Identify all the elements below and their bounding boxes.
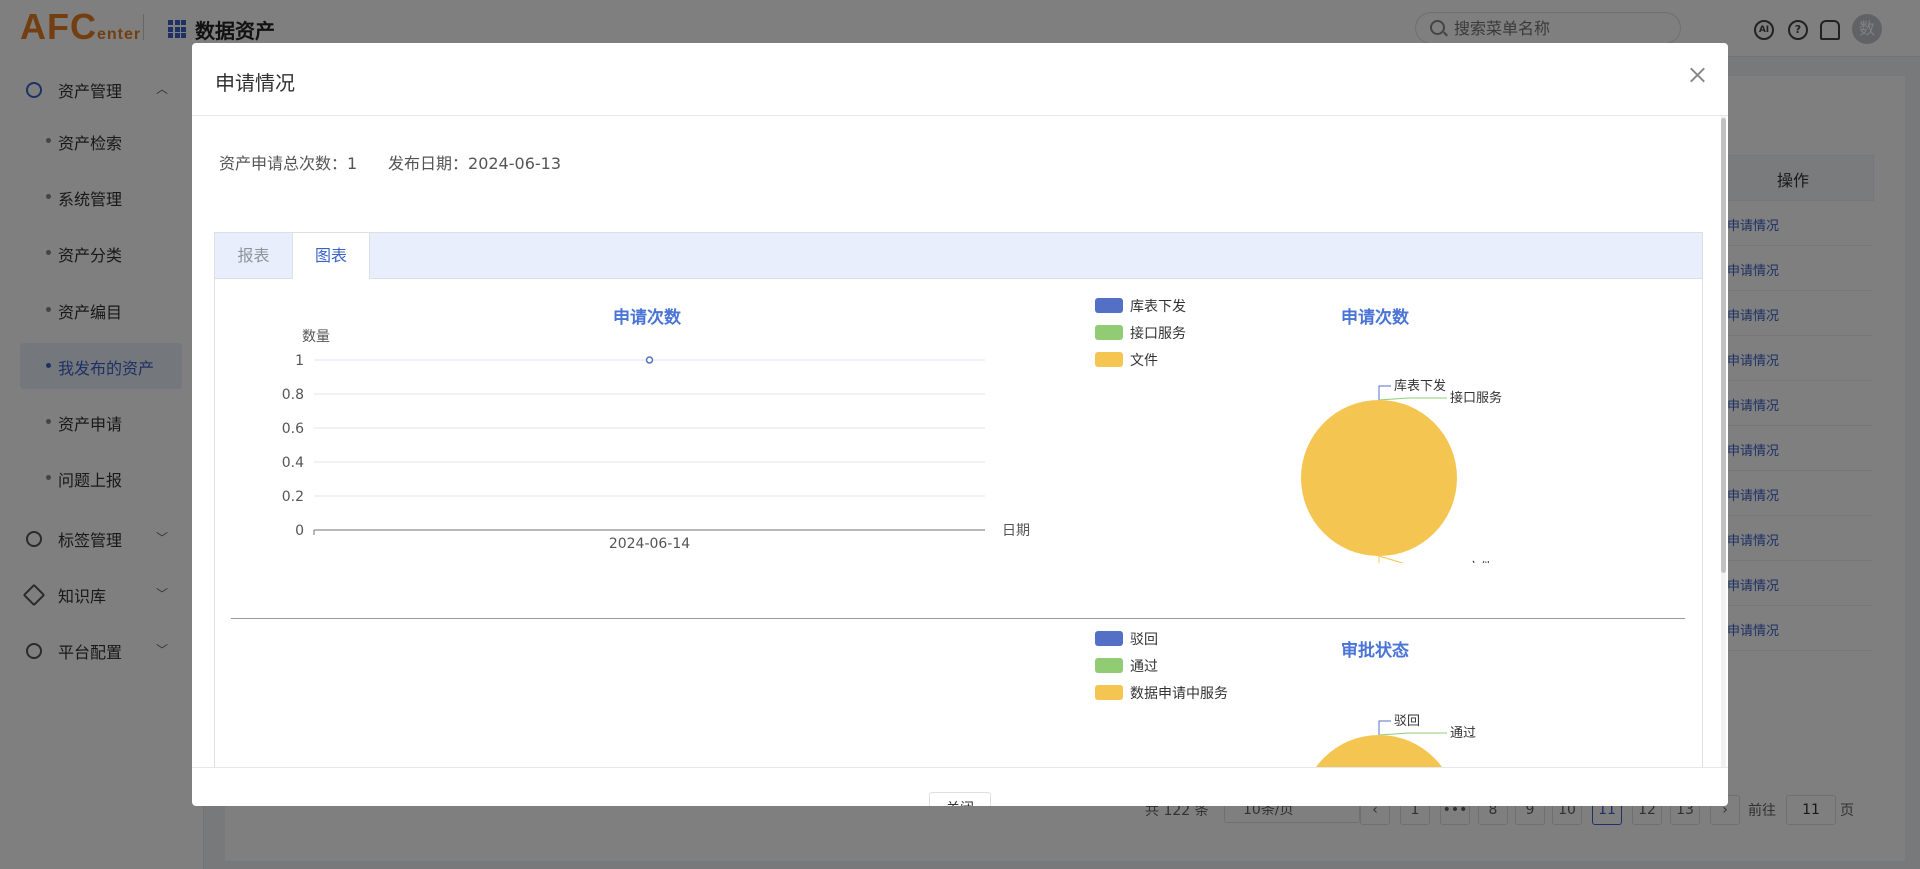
close-button[interactable]: 关闭	[929, 792, 991, 806]
pie-label: 库表下发	[1394, 378, 1446, 394]
legend-swatch	[1095, 685, 1123, 700]
y-tick-label: 0.4	[282, 455, 304, 471]
pie-label-line	[1378, 397, 1447, 401]
y-tick-label: 1	[295, 353, 304, 369]
legend-swatch	[1095, 298, 1123, 313]
pie-slice	[1316, 735, 1442, 767]
pie-chart-1: 库表下发接口服务文件文件	[1301, 378, 1502, 563]
legend-swatch	[1095, 658, 1123, 673]
legend-swatch	[1095, 631, 1123, 646]
pie-slice	[1301, 400, 1457, 556]
tabs-container: 报表 图表 申请次数 数量 日期 0 0.2 0.4 0.6 0.8 1 2024-06-1…	[214, 232, 1703, 767]
pie-label: 文件	[1467, 561, 1493, 563]
pie-label: 通过	[1450, 726, 1476, 741]
legend-label: 通过	[1130, 659, 1158, 675]
publish-date-label: 发布日期：	[388, 154, 469, 173]
y-tick-label: 0.6	[282, 421, 304, 437]
legend-swatch	[1095, 352, 1123, 367]
pie-label-line	[1378, 385, 1391, 400]
dialog-footer-divider	[192, 767, 1728, 768]
total-applications: 资产申请总次数：1	[219, 150, 357, 174]
dialog-title: 申请情况	[215, 71, 295, 95]
line-chart: 0 0.2 0.4 0.6 0.8 1 2024-06-14	[282, 353, 985, 552]
dialog-body: 资产申请总次数：1 发布日期：2024-06-13 报表 图表 申请次数 数量 …	[192, 116, 1728, 767]
dialog-scrollbar-thumb[interactable]	[1721, 118, 1726, 573]
pie-chart-2: 驳回通过	[1316, 714, 1476, 767]
chart-section-divider	[231, 618, 1685, 619]
x-tick-label: 2024-06-14	[609, 536, 690, 552]
y-tick-label: 0.8	[282, 387, 304, 403]
close-icon[interactable]	[1686, 63, 1710, 87]
total-applications-label: 资产申请总次数：	[219, 154, 348, 173]
legend-swatch	[1095, 325, 1123, 340]
publish-date-value: 2024-06-13	[468, 154, 561, 173]
pie-label: 接口服务	[1450, 390, 1502, 406]
publish-date: 发布日期：2024-06-13	[388, 150, 561, 174]
legend-label: 接口服务	[1130, 326, 1186, 342]
y-tick-label: 0	[295, 523, 304, 539]
pie-label-line	[1378, 555, 1405, 563]
legend-label: 文件	[1130, 353, 1158, 369]
pie-label: 驳回	[1394, 714, 1420, 729]
y-tick-label: 0.2	[282, 489, 304, 505]
legend-label: 库表下发	[1130, 299, 1186, 315]
pie-label-line	[1378, 732, 1447, 736]
legend-label: 驳回	[1130, 632, 1158, 648]
pie-label-line	[1378, 720, 1391, 735]
application-status-dialog: 申请情况 资产申请总次数：1 发布日期：2024-06-13 报表 图表 申请次…	[192, 43, 1728, 806]
total-applications-value: 1	[347, 154, 358, 173]
legend-label: 数据申请中服务	[1130, 686, 1228, 702]
data-point	[645, 356, 654, 364]
